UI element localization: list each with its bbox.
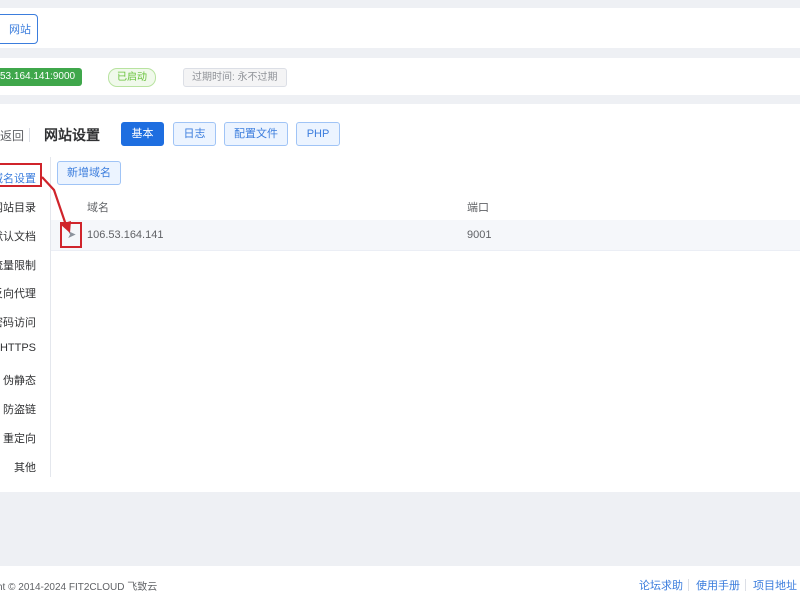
- sidebar-item-reverse-proxy[interactable]: 反向代理: [0, 285, 36, 301]
- top-bar: 网站: [0, 8, 800, 48]
- status-badge: 已启动: [108, 68, 156, 87]
- website-settings-panel: 返回 网站设置 基本 日志 配置文件 PHP 域名设置 网站目录 默认文档 流量…: [0, 104, 800, 492]
- tab-config-file[interactable]: 配置文件: [224, 122, 288, 146]
- page-title: 网站设置: [44, 127, 100, 143]
- tab-basic[interactable]: 基本: [121, 122, 164, 146]
- sidebar-item-other[interactable]: 其他: [14, 459, 36, 475]
- website-info-bar: 53.164.141:9000 已启动 过期时间: 永不过期: [0, 58, 800, 95]
- column-header-domain: 域名: [87, 202, 109, 214]
- divider: [29, 128, 30, 142]
- table-header: 域名 端口: [51, 191, 800, 221]
- sidebar-item-password-access[interactable]: 密码访问: [0, 314, 36, 330]
- add-domain-button[interactable]: 新增域名: [57, 161, 121, 185]
- column-header-port: 端口: [467, 202, 489, 214]
- sidebar-item-traffic-limit[interactable]: 流量限制: [0, 257, 36, 273]
- user-manual-link[interactable]: 使用手册: [696, 577, 740, 593]
- cell-port: 9001: [467, 229, 492, 241]
- highlight-box-sidebar: [0, 163, 42, 187]
- table-row[interactable]: 106.53.164.141 9001: [51, 220, 800, 251]
- footer: ht © 2014-2024 FIT2CLOUD 飞致云 论坛求助 使用手册 项…: [0, 566, 800, 600]
- sidebar-item-https[interactable]: HTTPS: [0, 342, 36, 354]
- sidebar-item-default-doc[interactable]: 默认文档: [0, 228, 36, 244]
- project-address-link[interactable]: 项目地址: [753, 577, 797, 593]
- address-badge[interactable]: 53.164.141:9000: [0, 68, 83, 86]
- copyright-text: ht © 2014-2024 FIT2CLOUD 飞致云: [0, 582, 158, 593]
- footer-divider: [688, 579, 689, 591]
- create-website-button[interactable]: 网站: [0, 14, 38, 44]
- cell-domain: 106.53.164.141: [87, 229, 164, 241]
- sidebar-item-anti-leech[interactable]: 防盗链: [3, 401, 36, 417]
- sidebar-item-redirect[interactable]: 重定向: [3, 430, 36, 446]
- highlight-box-row-icon: ➤: [60, 222, 82, 248]
- sidebar-item-site-dir[interactable]: 网站目录: [0, 199, 36, 215]
- expire-badge: 过期时间: 永不过期: [183, 68, 287, 87]
- send-icon[interactable]: ➤: [67, 228, 76, 241]
- back-link[interactable]: 返回: [0, 127, 24, 144]
- tab-log[interactable]: 日志: [173, 122, 216, 146]
- sidebar-item-rewrite[interactable]: 伪静态: [3, 372, 36, 388]
- tab-php[interactable]: PHP: [296, 122, 340, 146]
- footer-divider: [745, 579, 746, 591]
- forum-help-link[interactable]: 论坛求助: [639, 577, 683, 593]
